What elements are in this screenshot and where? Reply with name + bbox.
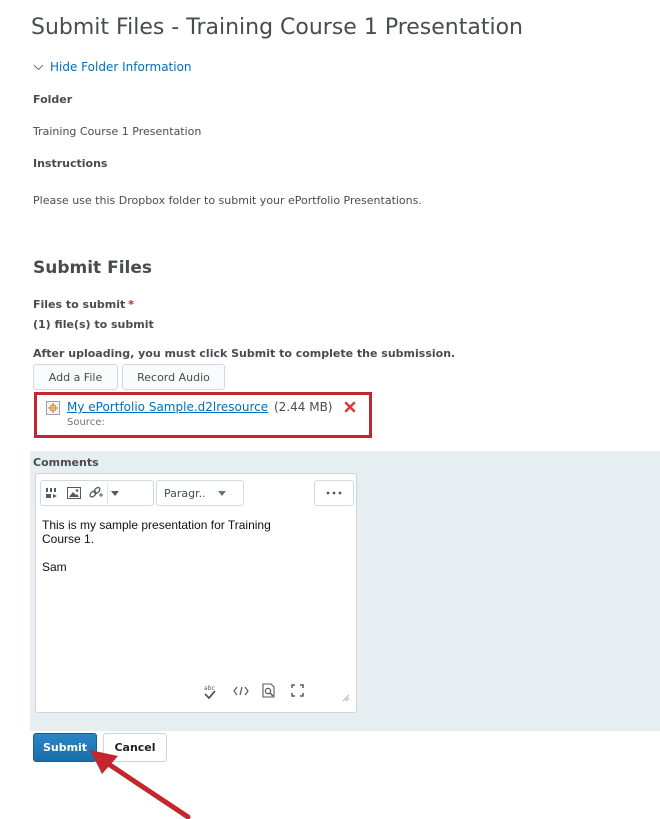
- comments-label: Comments: [33, 456, 99, 469]
- files-to-submit-label: Files to submit *: [33, 298, 134, 311]
- format-dropdown-icon: [217, 490, 226, 496]
- files-to-submit-text: Files to submit: [33, 298, 126, 311]
- folder-label: Folder: [33, 93, 73, 106]
- insert-stuff-icon[interactable]: [41, 482, 63, 504]
- record-audio-button[interactable]: Record Audio: [122, 364, 225, 390]
- preview-icon[interactable]: [262, 683, 276, 698]
- fullscreen-icon[interactable]: [291, 684, 304, 697]
- instructions-value: Please use this Dropbox folder to submit…: [33, 194, 422, 207]
- comment-line: [42, 546, 352, 560]
- submit-files-heading: Submit Files: [33, 258, 153, 278]
- editor-insert-toolbar: [40, 480, 154, 506]
- comment-line: Course 1.: [42, 532, 95, 546]
- more-actions-button[interactable]: [314, 480, 354, 506]
- source-code-icon[interactable]: [233, 686, 249, 696]
- hide-folder-info-toggle[interactable]: Hide Folder Information: [33, 60, 192, 74]
- comment-line: Sam: [42, 560, 67, 574]
- svg-text:abc: abc: [204, 685, 215, 692]
- more-icon: [326, 491, 342, 495]
- comments-text[interactable]: This is my sample presentation for Train…: [42, 518, 352, 574]
- toggle-label: Hide Folder Information: [50, 60, 192, 74]
- file-highlight-annotation: [34, 392, 372, 438]
- spellcheck-icon[interactable]: abc: [203, 684, 217, 700]
- chevron-down-icon: [33, 64, 44, 70]
- folder-value: Training Course 1 Presentation: [33, 125, 202, 138]
- file-count: (1) file(s) to submit: [33, 318, 154, 331]
- submission-notice: After uploading, you must click Submit t…: [33, 347, 456, 360]
- comments-editor[interactable]: Paragr.. This is my sample presentation …: [35, 473, 357, 713]
- resize-handle-icon[interactable]: [342, 694, 350, 702]
- instructions-label: Instructions: [33, 157, 108, 170]
- insert-link-icon[interactable]: [85, 482, 107, 504]
- format-select[interactable]: Paragr..: [156, 480, 244, 506]
- link-options-dropdown-icon[interactable]: [107, 482, 122, 504]
- insert-image-icon[interactable]: [63, 482, 85, 504]
- required-marker: *: [128, 298, 135, 311]
- page-title: Submit Files - Training Course 1 Present…: [31, 15, 523, 40]
- format-select-value: Paragr..: [164, 486, 206, 500]
- comment-line: This is my sample presentation for Train…: [42, 518, 271, 532]
- arrow-annotation-icon: [90, 750, 191, 819]
- add-file-button[interactable]: Add a File: [33, 364, 118, 390]
